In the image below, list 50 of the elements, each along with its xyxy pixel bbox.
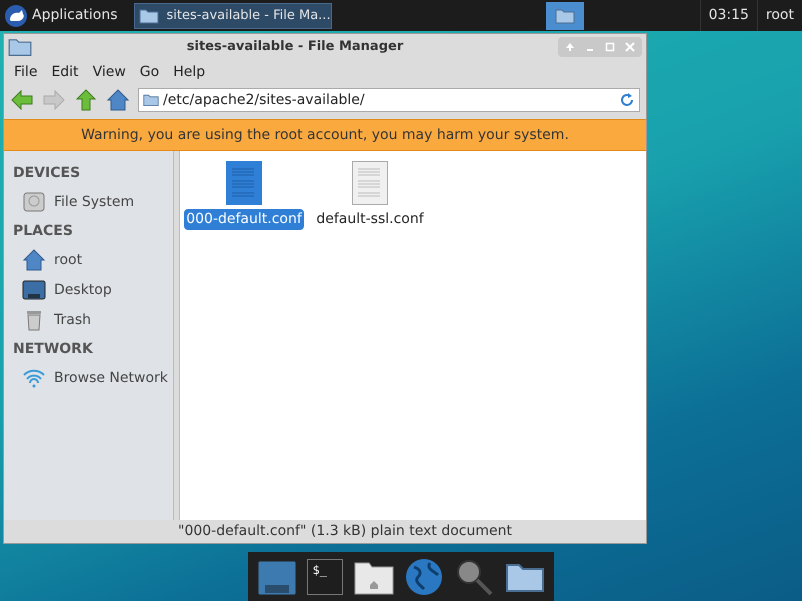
- sidebar-heading: PLACES: [12, 222, 74, 240]
- arrow-left-icon: [10, 88, 34, 112]
- home-icon: [22, 248, 46, 272]
- sidebar-item[interactable]: Trash: [4, 305, 173, 335]
- sidebar-item[interactable]: File System: [4, 187, 173, 217]
- globe-icon[interactable]: [404, 556, 444, 596]
- arrow-up-icon: [74, 88, 98, 112]
- menu-item[interactable]: Go: [134, 62, 166, 82]
- wifi-icon: [22, 368, 46, 388]
- close-icon: [625, 42, 635, 52]
- sidebar-item[interactable]: root: [4, 245, 173, 275]
- folder-icon: [8, 37, 32, 57]
- applications-menu-button[interactable]: Applications: [0, 0, 122, 31]
- arrow-up-icon: [565, 42, 575, 52]
- menu-item[interactable]: Help: [167, 62, 212, 82]
- sidebar-heading: DEVICES: [12, 164, 82, 182]
- document-item[interactable]: 000-default.conf: [186, 161, 302, 230]
- clock: 03:15: [700, 0, 757, 31]
- mouse-logo-icon: [4, 4, 28, 28]
- back-button[interactable]: [10, 88, 34, 112]
- window-title: sites-available - File Manager: [186, 38, 404, 56]
- arrow-right-icon: [42, 88, 66, 112]
- address-field[interactable]: /etc/apache2/sites-available/: [138, 88, 640, 112]
- taskbar-button[interactable]: sites-available - File Ma...: [134, 2, 332, 28]
- maximize-icon: [605, 42, 615, 52]
- sidebar-heading: NETWORK: [12, 340, 94, 358]
- folder-icon: [143, 92, 159, 108]
- hard-drive-icon: [22, 190, 46, 214]
- home-icon: [106, 88, 130, 112]
- desktop-icon: [22, 280, 46, 300]
- minimize-icon: [587, 49, 593, 51]
- text-file-icon: [226, 161, 262, 205]
- workspace-button[interactable]: [546, 2, 584, 30]
- terminal-icon[interactable]: $_: [307, 558, 344, 594]
- up-button[interactable]: [74, 88, 98, 112]
- menu-item[interactable]: Edit: [45, 62, 85, 82]
- address-text: /etc/apache2/sites-available/: [163, 90, 366, 110]
- warning-bar: Warning, you are using the root account, you may harm your system.: [4, 119, 646, 151]
- menu-item[interactable]: View: [86, 62, 132, 82]
- sidebar-item[interactable]: Browse Network: [4, 363, 173, 393]
- status-text: "000-default.conf" (1.3 kB) plain text document: [178, 522, 512, 541]
- folder-icon: [554, 8, 575, 24]
- reload-icon: [619, 92, 635, 108]
- menu-item[interactable]: File: [8, 62, 44, 82]
- sidebar-item[interactable]: Desktop: [4, 275, 173, 305]
- home-button[interactable]: [106, 88, 130, 112]
- document-item[interactable]: default-ssl.conf: [312, 161, 428, 230]
- folder-icon: [138, 8, 159, 24]
- text-file-icon: [352, 161, 388, 205]
- user-name: root: [756, 0, 802, 31]
